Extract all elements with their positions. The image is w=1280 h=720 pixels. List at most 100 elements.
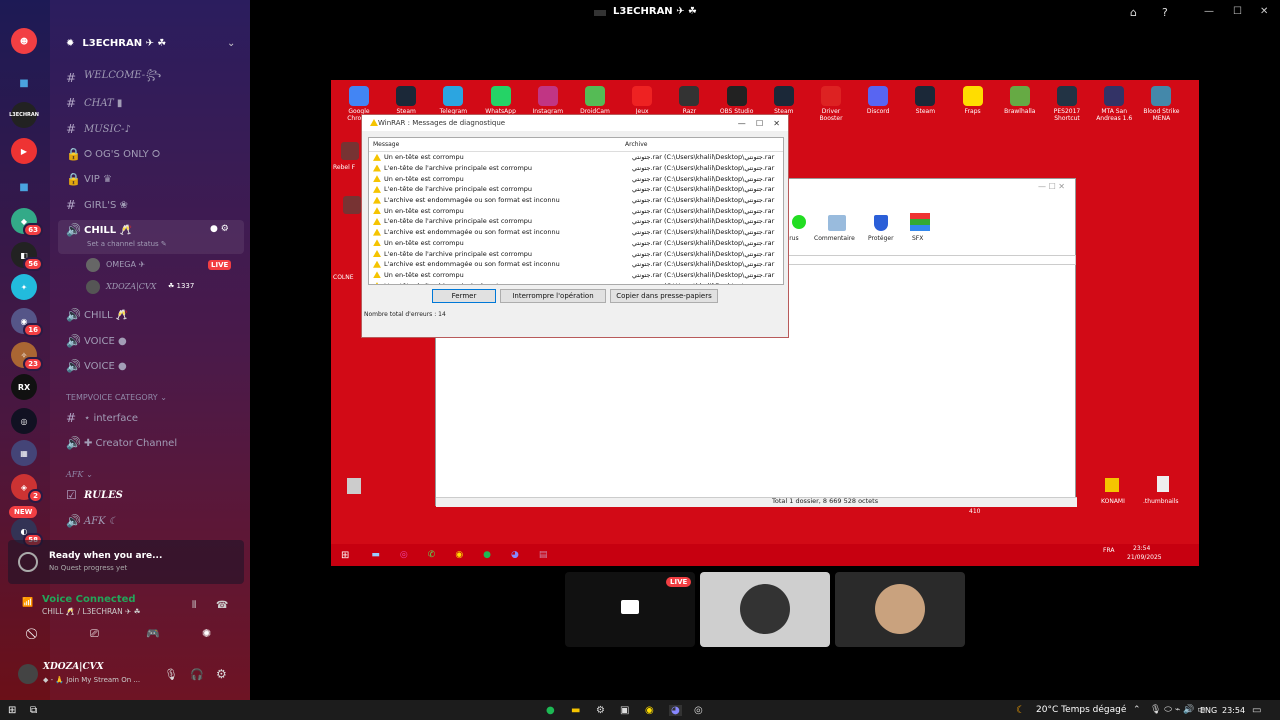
table-row[interactable]: Un en-tête est corrompu جتونتي.rar (C:\Us… (369, 270, 783, 281)
desktop-icon[interactable]: DroidCam (575, 86, 615, 115)
stop-button[interactable]: Interrompre l'opération (500, 289, 606, 303)
server-icon[interactable]: RX (11, 374, 37, 400)
desktop-icon[interactable]: Brawlhalla (1000, 86, 1040, 115)
notification-icon[interactable]: ▭ (1252, 705, 1261, 716)
channel-status[interactable]: Set a channel status ✎ (87, 240, 167, 248)
tray-icons[interactable]: 🎙 ⬭ ⌁ 🔊 ▭ (1150, 705, 1206, 715)
desktop-icon[interactable]: OBS Studio (717, 86, 757, 115)
discord-icon[interactable]: ◕ (669, 704, 682, 716)
channel-afk[interactable]: 🔊 AFK ☾ (66, 510, 118, 532)
windows-start-icon[interactable]: ⊞ (341, 550, 349, 561)
channel-interface[interactable]: # ⋆ interface (66, 407, 138, 429)
close-button[interactable]: Fermer (432, 289, 496, 303)
gear-icon[interactable]: ⚙ (216, 667, 227, 681)
whatsapp-icon[interactable]: ✆ (428, 550, 436, 560)
channel-music[interactable]: # MUSIC-♪ (66, 118, 131, 140)
voice-user-name[interactable]: XDOZA|CVX (106, 282, 156, 291)
spotify-icon[interactable]: ● (483, 550, 491, 560)
table-row[interactable]: L'archive est endommagée ou son format e… (369, 227, 783, 238)
gear-icon[interactable]: ⚙ (596, 705, 605, 716)
obs-icon[interactable]: ◎ (694, 705, 703, 716)
copy-button[interactable]: Copier dans presse-papiers (610, 289, 718, 303)
headphones-icon[interactable]: 🎧 (190, 668, 204, 681)
desktop-icon[interactable]: MTA San Andreas 1.6 (1094, 86, 1134, 122)
channel-girls[interactable]: # GIRL'S ❀ (66, 194, 128, 216)
shared-screen[interactable]: Google Chrome Steam Telegram WhatsApp Instag… (331, 80, 1199, 566)
channel-chat[interactable]: # CHAT ▮ (66, 92, 122, 114)
chrome-icon[interactable]: ◉ (455, 550, 463, 560)
minimize-icon[interactable]: — (1204, 6, 1214, 17)
category-header[interactable]: TEMPVOICE CATEGORY ⌄ (66, 393, 167, 402)
desktop-icon[interactable]: Discord (858, 86, 898, 115)
participant-tile[interactable] (700, 572, 830, 647)
server-icon[interactable]: ▦ (11, 440, 37, 466)
noise-icon[interactable]: ⫴ (192, 600, 196, 611)
server-icon[interactable]: ◧ 56 (11, 242, 43, 271)
winrar-diagnostic-dialog[interactable]: WinRAR : Messages de diagnostique — ☐ ✕ … (361, 114, 789, 338)
clock[interactable]: 23:54 (1222, 706, 1245, 715)
server-icon[interactable]: ◉ 16 (11, 308, 43, 337)
dialog-titlebar[interactable]: WinRAR : Messages de diagnostique — ☐ ✕ (362, 115, 788, 131)
desktop-icon[interactable]: PES2017 Shortcut (1047, 86, 1087, 122)
chevron-down-icon[interactable]: ⌄ (227, 38, 235, 49)
table-row[interactable]: L'archive est endommagée ou son format e… (369, 195, 783, 206)
desktop-icon[interactable]: Jeux (622, 86, 662, 115)
desktop-icon[interactable]: Steam (905, 86, 945, 115)
table-row[interactable]: L'en-tête de l'archive principale est co… (369, 280, 783, 284)
desktop-icon[interactable]: Steam (386, 86, 426, 115)
window-controls-icon[interactable]: — ☐ ✕ (738, 119, 780, 128)
desktop-icon[interactable]: WhatsApp (481, 86, 521, 115)
maximize-icon[interactable]: ☐ (1233, 6, 1242, 17)
table-row[interactable]: L'en-tête de l'archive principale est co… (369, 184, 783, 195)
weather-text[interactable]: 20°C Temps dégagé (1036, 705, 1126, 715)
explorer-icon[interactable]: ▬ (371, 550, 380, 560)
voice-channel[interactable]: 🔊 CHILL 🥂 (66, 304, 128, 326)
task-view-icon[interactable]: ⧉ (30, 705, 37, 716)
chevron-up-icon[interactable]: ⌃ (1133, 705, 1141, 715)
channel-rules[interactable]: ☑ RULES (66, 484, 123, 506)
spotify-icon[interactable]: ● (546, 705, 555, 716)
window-controls-icon[interactable]: — ☐ ✕ (1038, 182, 1065, 191)
voice-user-name[interactable]: OMEGA ✈ (106, 260, 145, 269)
help-icon[interactable]: ? (1162, 6, 1168, 19)
server-icon[interactable]: L3ECHRAN (9, 102, 39, 128)
desktop-icon[interactable]: Steam (764, 86, 804, 115)
windows-start-icon[interactable]: ⊞ (8, 705, 16, 716)
store-icon[interactable]: ▣ (620, 705, 629, 716)
channel-chill-active[interactable]: 🔊 CHILL 🥂 (66, 219, 132, 241)
desktop-icon[interactable]: Driver Booster (811, 86, 851, 122)
voice-channel[interactable]: 🔊 VOICE ● (66, 330, 127, 352)
desktop-icon[interactable]: Instagram (528, 86, 568, 115)
channel-creator[interactable]: 🔊 ✚ Creator Channel (66, 432, 177, 454)
server-icon[interactable]: ▶ (11, 138, 37, 164)
disconnect-icon[interactable]: ☎ (216, 600, 228, 611)
table-row[interactable]: L'archive est endommagée ou son format e… (369, 259, 783, 270)
desktop-icon[interactable]: Blood Strike MENA (1141, 86, 1181, 122)
language-indicator[interactable]: ENG (1200, 706, 1217, 715)
voice-channel-name[interactable]: CHILL 🥂 / L3ECHRAN ✈ ☘ (42, 607, 140, 616)
close-icon[interactable]: ✕ (1260, 6, 1268, 17)
chrome-icon[interactable]: ◉ (645, 705, 654, 716)
folder-icon[interactable]: ■ (11, 70, 37, 96)
stream-tile[interactable]: LIVE (565, 572, 695, 647)
discord-icon[interactable]: ◕ (511, 550, 519, 560)
desktop-icon[interactable]: Razr (669, 86, 709, 115)
instagram-icon[interactable]: ◎ (400, 550, 408, 560)
column-message[interactable]: Message (373, 141, 399, 148)
discord-home-icon[interactable]: ☻ (11, 28, 37, 54)
table-row[interactable]: Un en-tête est corrompu جتونتي.rar (C:\Us… (369, 205, 783, 216)
column-archive[interactable]: Archive (625, 141, 647, 148)
table-row[interactable]: Un en-tête est corrompu جتونتي.rar (C:\Us… (369, 173, 783, 184)
table-row[interactable]: L'en-tête de l'archive principale est co… (369, 248, 783, 259)
table-row[interactable]: Un en-tête est corrompu جتونتي.rar (C:\Us… (369, 152, 783, 163)
table-row[interactable]: L'en-tête de l'archive principale est co… (369, 216, 783, 227)
channel-vip[interactable]: 🔒 VIP ♛ (66, 168, 112, 190)
activity-icon[interactable]: 🎮 (146, 627, 160, 640)
desktop-icon[interactable]: Fraps (953, 86, 993, 115)
desktop-icon[interactable]: Telegram (433, 86, 473, 115)
table-row[interactable]: Un en-tête est corrompu جتونتي.rar (C:\Us… (369, 238, 783, 249)
server-icon[interactable]: ✦ (11, 274, 37, 300)
inbox-icon[interactable]: ⌂ (1130, 6, 1137, 19)
microphone-icon[interactable]: 🎙 (164, 668, 178, 681)
path-dropdown[interactable] (786, 255, 1076, 265)
